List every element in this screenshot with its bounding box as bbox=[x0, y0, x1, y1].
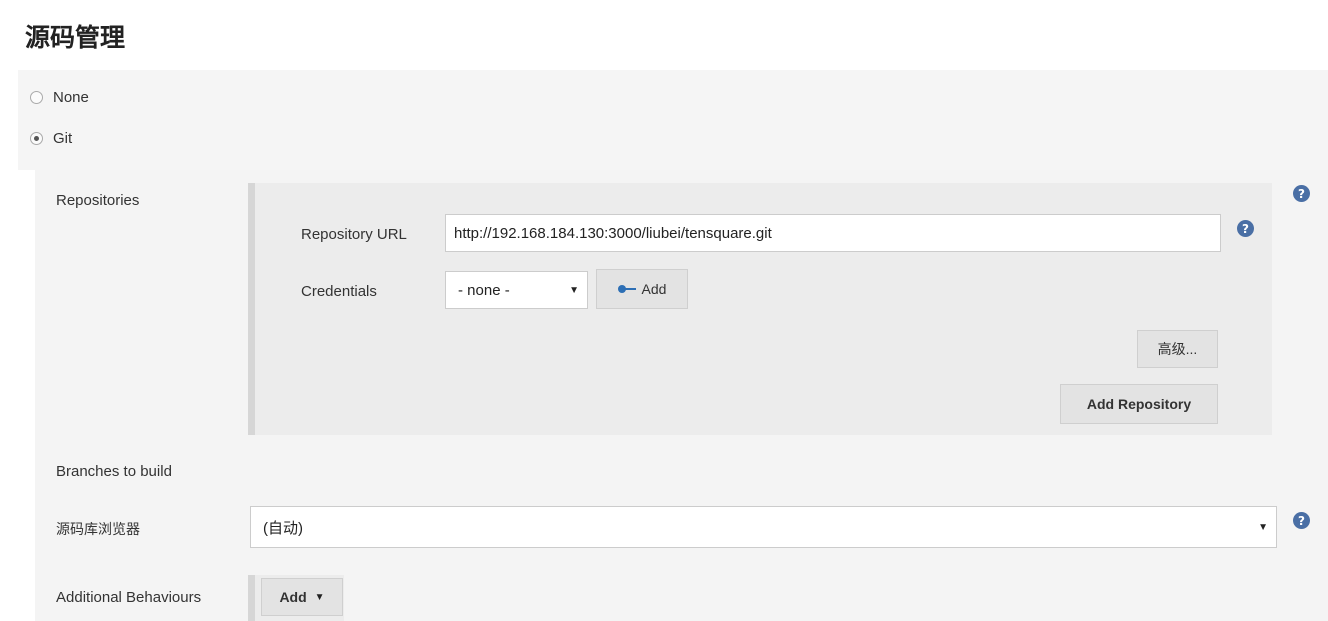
scm-options-band bbox=[18, 70, 1328, 170]
radio-option-none[interactable]: None bbox=[30, 89, 89, 106]
chevron-down-icon: ▼ bbox=[1258, 521, 1268, 533]
credentials-add-button[interactable]: Add bbox=[596, 269, 688, 309]
repo-browser-select[interactable]: (自动) ▼ bbox=[250, 506, 1277, 548]
additional-behaviours-add-button[interactable]: Add ▼ bbox=[261, 578, 343, 616]
radio-git-icon[interactable] bbox=[30, 132, 43, 145]
credentials-label: Credentials bbox=[301, 283, 377, 300]
radio-none-label: None bbox=[53, 89, 89, 106]
section-title: 源码管理 bbox=[25, 23, 126, 52]
repository-url-label: Repository URL bbox=[301, 226, 407, 243]
radio-option-git[interactable]: Git bbox=[30, 130, 72, 147]
radio-git-label: Git bbox=[53, 130, 73, 147]
key-icon bbox=[617, 284, 636, 294]
repositories-help-icon[interactable]: ? bbox=[1293, 185, 1310, 202]
radio-none-icon[interactable] bbox=[30, 91, 43, 104]
additional-behaviours-add-label: Add bbox=[279, 589, 307, 605]
repository-url-help-icon[interactable]: ? bbox=[1237, 220, 1254, 237]
repo-browser-help-icon[interactable]: ? bbox=[1293, 512, 1310, 529]
credentials-add-label: Add bbox=[641, 281, 667, 297]
chevron-down-icon: ▼ bbox=[314, 591, 325, 603]
branches-to-build-label: Branches to build bbox=[56, 463, 172, 480]
credentials-value: - none - bbox=[458, 281, 510, 299]
repositories-label: Repositories bbox=[56, 192, 140, 209]
advanced-button[interactable]: 高级... bbox=[1137, 330, 1218, 368]
repo-browser-label: 源码库浏览器 bbox=[56, 522, 140, 538]
repo-browser-value: (自动) bbox=[263, 519, 303, 537]
repository-url-input[interactable]: http://192.168.184.130:3000/liubei/tensq… bbox=[445, 214, 1221, 252]
credentials-select[interactable]: - none - ▼ bbox=[445, 271, 588, 309]
chevron-down-icon: ▼ bbox=[569, 284, 579, 296]
additional-behaviours-label: Additional Behaviours bbox=[56, 589, 202, 606]
add-repository-button[interactable]: Add Repository bbox=[1060, 384, 1218, 424]
